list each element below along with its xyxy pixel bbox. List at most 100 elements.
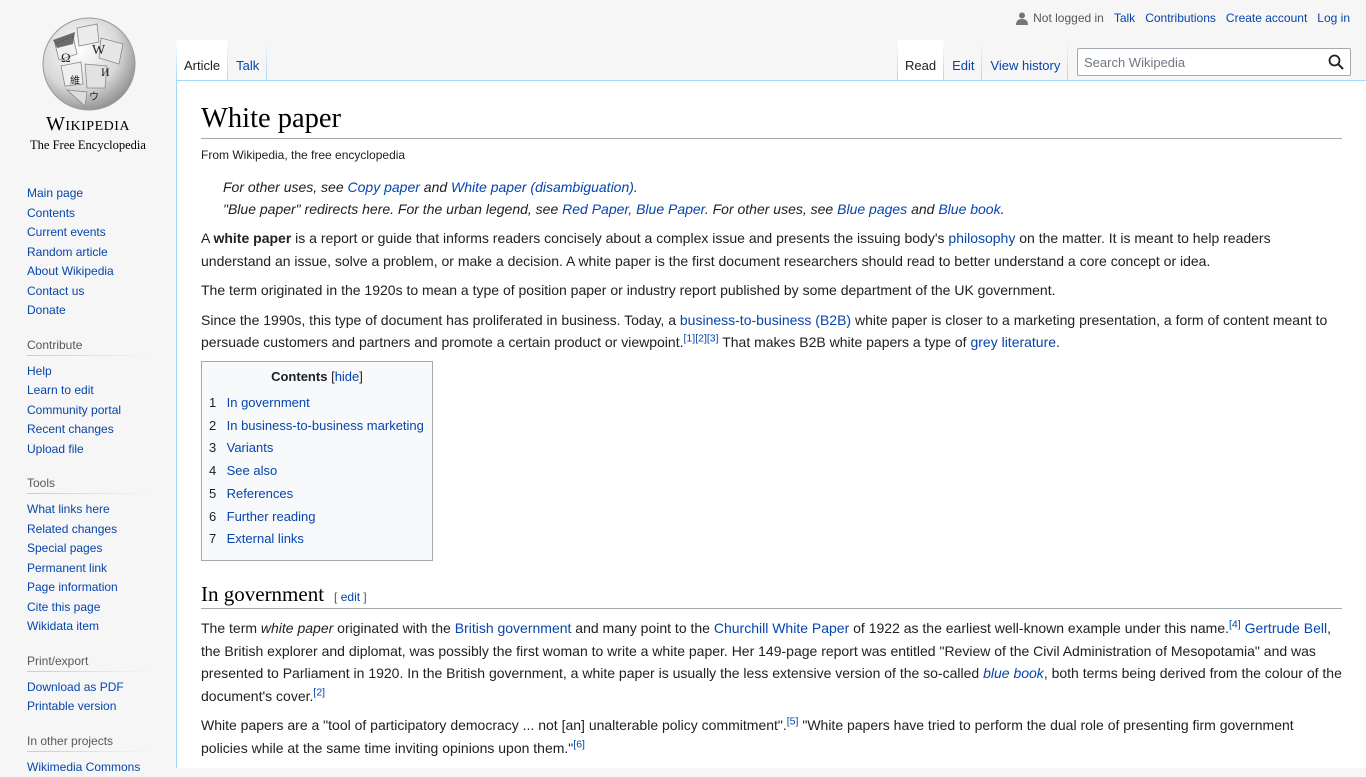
italic-term: white paper [261, 620, 333, 636]
link-philosophy[interactable]: philosophy [948, 230, 1015, 246]
toc-link-in-government[interactable]: In government [227, 395, 310, 410]
sidebar-item-upload-file[interactable]: Upload file [27, 442, 84, 456]
sidebar-item-community-portal[interactable]: Community portal [27, 403, 121, 417]
wikipedia-logo[interactable]: Ω W И 維 ウ Wikipedia The Free Encyclopedi… [0, 0, 176, 160]
reference-1[interactable]: [1] [684, 333, 696, 345]
toc-item[interactable]: 7 External links [209, 528, 425, 551]
user-icon [1016, 12, 1028, 25]
reference-4[interactable]: [4] [1229, 618, 1241, 630]
toc-item[interactable]: 3 Variants [209, 437, 425, 460]
sidebar-item-contents[interactable]: Contents [27, 206, 75, 220]
reference-2-inline[interactable]: [2] [313, 686, 325, 698]
namespace-tabs: Article Talk [176, 40, 267, 80]
reference-6[interactable]: [6] [573, 738, 585, 750]
section-edit-bracket: [ edit ] [334, 590, 367, 604]
sidebar-item-main-page[interactable]: Main page [27, 186, 83, 200]
link-b2b[interactable]: business-to-business (B2B) [680, 312, 851, 328]
svg-text:И: И [101, 65, 110, 79]
text: is a report or guide that informs reader… [291, 230, 948, 246]
toc-item[interactable]: 2 In business-to-business marketing [209, 415, 425, 438]
tab-talk[interactable]: Talk [228, 40, 267, 80]
tab-read[interactable]: Read [897, 40, 944, 80]
sidebar-item-current-events[interactable]: Current events [27, 225, 106, 239]
tab-read-label: Read [905, 58, 936, 73]
svg-text:W: W [92, 43, 106, 58]
sidebar-item-about-wikipedia[interactable]: About Wikipedia [27, 264, 114, 278]
text: originated with the [333, 620, 454, 636]
personal-tools: Not logged in Talk Contributions Create … [1016, 11, 1350, 25]
government-paragraph-2: White papers are a "tool of participator… [201, 714, 1342, 759]
link-blue-pages[interactable]: Blue pages [837, 201, 907, 217]
sidebar-heading-print-export: Print/export [27, 654, 153, 672]
sidebar-item-cite-this-page[interactable]: Cite this page [27, 600, 100, 614]
sidebar-tools: Tools What links here Related changes Sp… [27, 476, 153, 637]
toc-link-further-reading[interactable]: Further reading [227, 509, 316, 524]
tab-view-history[interactable]: View history [982, 40, 1068, 80]
toc-link-see-also[interactable]: See also [227, 463, 278, 478]
reference-2[interactable]: [2] [695, 333, 707, 345]
toc-number: 3 [209, 437, 223, 460]
text: . [1056, 334, 1060, 350]
text: A [201, 230, 213, 246]
link-gertrude-bell[interactable]: Gertrude Bell [1245, 620, 1327, 636]
sidebar-item-help[interactable]: Help [27, 364, 52, 378]
link-copy-paper[interactable]: Copy paper [348, 179, 420, 195]
sidebar-heading-tools: Tools [27, 476, 153, 494]
toc-hide-link[interactable]: hide [335, 369, 360, 384]
sidebar-item-recent-changes[interactable]: Recent changes [27, 422, 114, 436]
search-input[interactable] [1078, 49, 1318, 75]
toc-item[interactable]: 1 In government [209, 392, 425, 415]
view-tabs: Read Edit View history [897, 40, 1068, 80]
section-edit-link[interactable]: edit [341, 590, 360, 604]
sidebar-item-what-links-here[interactable]: What links here [27, 502, 110, 516]
link-red-paper-blue-paper[interactable]: Red Paper, Blue Paper [562, 201, 705, 217]
sidebar-item-special-pages[interactable]: Special pages [27, 541, 102, 555]
sidebar-item-random-article[interactable]: Random article [27, 245, 108, 259]
link-blue-book-inline[interactable]: blue book [983, 665, 1044, 681]
create-account-link[interactable]: Create account [1226, 11, 1307, 25]
toc-item[interactable]: 6 Further reading [209, 506, 425, 529]
log-in-link[interactable]: Log in [1317, 11, 1350, 25]
sidebar-item-contact-us[interactable]: Contact us [27, 284, 84, 298]
toc-item[interactable]: 4 See also [209, 460, 425, 483]
sidebar-item-page-information[interactable]: Page information [27, 580, 118, 594]
tab-edit[interactable]: Edit [944, 40, 982, 80]
toc-number: 4 [209, 460, 223, 483]
site-subtitle: From Wikipedia, the free encyclopedia [201, 148, 1342, 162]
tab-article[interactable]: Article [176, 40, 228, 80]
reference-5[interactable]: [5] [787, 716, 799, 728]
not-logged-in-label: Not logged in [1033, 11, 1104, 25]
sidebar-heading-contribute: Contribute [27, 338, 153, 356]
sidebar-item-wikimedia-commons[interactable]: Wikimedia Commons [27, 760, 140, 774]
link-blue-book[interactable]: Blue book [938, 201, 1000, 217]
toc-link-variants[interactable]: Variants [227, 440, 274, 455]
personal-talk-link[interactable]: Talk [1114, 11, 1135, 25]
sidebar-heading-other-projects: In other projects [27, 734, 153, 752]
toc-link-references[interactable]: References [227, 486, 293, 501]
search-icon[interactable] [1328, 54, 1344, 70]
sidebar-item-wikidata-item[interactable]: Wikidata item [27, 619, 99, 633]
reference-3[interactable]: [3] [707, 333, 719, 345]
svg-text:ウ: ウ [89, 91, 99, 103]
link-white-paper-disambiguation[interactable]: White paper (disambiguation) [451, 179, 634, 195]
toc-link-b2b-marketing[interactable]: In business-to-business marketing [227, 418, 424, 433]
sidebar-item-learn-to-edit[interactable]: Learn to edit [27, 383, 94, 397]
sidebar-item-printable-version[interactable]: Printable version [27, 699, 116, 713]
text: Since the 1990s, this type of document h… [201, 312, 680, 328]
sidebar-item-permanent-link[interactable]: Permanent link [27, 561, 107, 575]
tab-article-label: Article [184, 58, 220, 73]
hatnote-text: . [634, 179, 638, 195]
sidebar-item-related-changes[interactable]: Related changes [27, 522, 117, 536]
personal-contributions-link[interactable]: Contributions [1145, 11, 1216, 25]
link-grey-literature[interactable]: grey literature [970, 334, 1056, 350]
sidebar-item-donate[interactable]: Donate [27, 303, 66, 317]
toc-item[interactable]: 5 References [209, 483, 425, 506]
toc-link-external-links[interactable]: External links [227, 531, 304, 546]
table-of-contents: Contents [hide] 1 In government 2 In bus… [201, 361, 433, 561]
sidebar-item-download-pdf[interactable]: Download as PDF [27, 680, 124, 694]
link-churchill-white-paper[interactable]: Churchill White Paper [714, 620, 849, 636]
section-heading-label: In government [201, 582, 324, 606]
link-british-government[interactable]: British government [455, 620, 572, 636]
tab-view-history-label: View history [990, 58, 1060, 73]
toc-title: Contents [hide] [209, 369, 425, 384]
